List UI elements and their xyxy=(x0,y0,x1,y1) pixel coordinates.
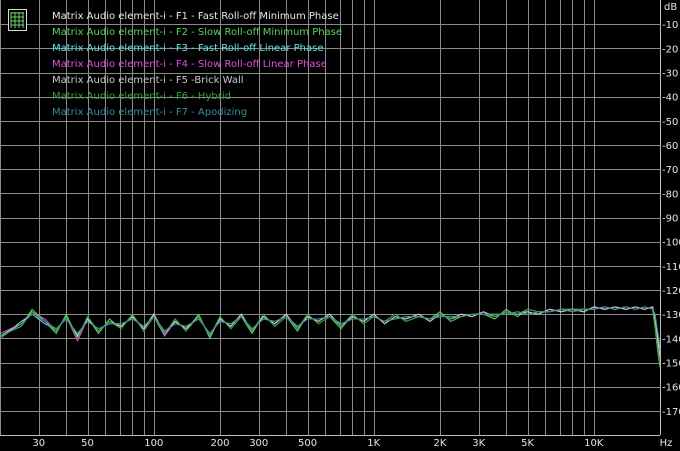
legend-entry-f6: Matrix Audio element-i - F6 - Hybrid xyxy=(52,91,231,102)
y-tick-label: -60 xyxy=(662,141,678,152)
y-tick-label: -110 xyxy=(662,262,680,273)
y-tick-label: -70 xyxy=(662,165,678,176)
y-tick-label: -130 xyxy=(662,310,680,321)
y-tick-label: -140 xyxy=(662,334,680,345)
legend-entry-f7: Matrix Audio element-i - F7 - Apodizing xyxy=(52,107,247,118)
x-tick-label: 10K xyxy=(584,438,604,449)
x-tick-label: 300 xyxy=(249,438,268,449)
y-tick-label: -20 xyxy=(662,44,678,55)
x-tick-label: 500 xyxy=(298,438,317,449)
legend-entry-f4: Matrix Audio element-i - F4 - Slow Roll-… xyxy=(52,59,327,70)
x-tick-label: 5K xyxy=(521,438,534,449)
x-tick-label: 1K xyxy=(367,438,380,449)
y-tick-label: -30 xyxy=(662,69,678,80)
x-tick-label: 50 xyxy=(81,438,94,449)
x-tick-label: 3K xyxy=(472,438,485,449)
y-tick-label: -100 xyxy=(662,238,680,249)
y-unit-label: dB xyxy=(664,2,677,13)
legend-entry-f1: Matrix Audio element-i - F1 - Fast Roll-… xyxy=(52,11,339,22)
y-tick-label: -150 xyxy=(662,359,680,370)
x-tick-label: 100 xyxy=(144,438,163,449)
chart-icon xyxy=(8,9,27,31)
y-tick-label: -170 xyxy=(662,407,680,418)
y-tick-label: -10 xyxy=(662,20,678,31)
legend-entry-f2: Matrix Audio element-i - F2 - Slow Roll-… xyxy=(52,27,342,38)
x-tick-label: 200 xyxy=(210,438,229,449)
y-tick-label: -120 xyxy=(662,286,680,297)
legend-entry-f5: Matrix Audio element-i - F5 -Brick Wall xyxy=(52,75,244,86)
y-tick-label: -160 xyxy=(662,383,680,394)
legend-entry-f3: Matrix Audio element-i - F3 - Fast Roll-… xyxy=(52,43,323,54)
y-tick-label: -90 xyxy=(662,214,678,225)
y-tick-label: -50 xyxy=(662,117,678,128)
x-tick-label: 2K xyxy=(434,438,447,449)
x-unit-label: Hz xyxy=(660,438,673,449)
x-tick-label: 30 xyxy=(32,438,45,449)
frequency-response-chart: dB -10 -20 -30 -40 -50 -60 -70 -80 -90 -100 -110 -12… xyxy=(0,0,680,451)
y-tick-label: -40 xyxy=(662,93,678,104)
y-tick-label: -80 xyxy=(662,189,678,200)
